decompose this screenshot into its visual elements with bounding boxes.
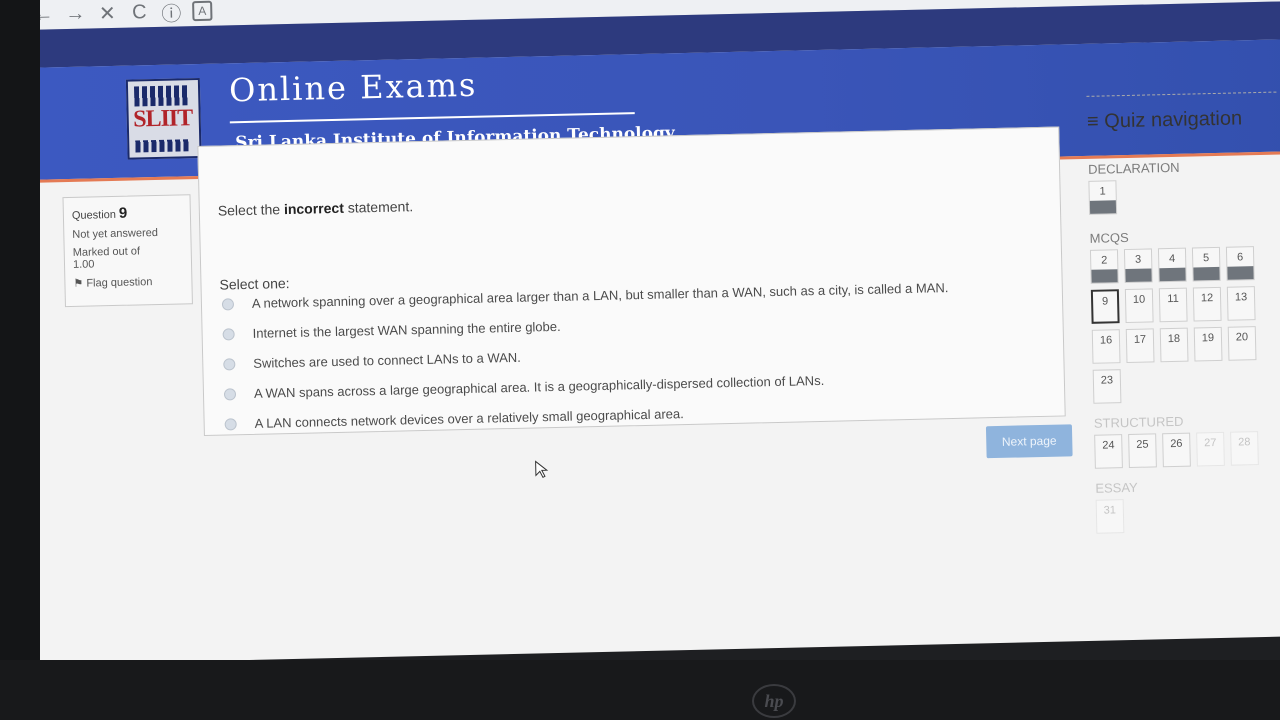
quiz-nav-button-9[interactable]: 9 [1090, 289, 1120, 324]
logo-tower-graphic [133, 85, 189, 107]
hp-logo: hp [752, 684, 796, 718]
answer-text: A network spanning over a geographical a… [251, 280, 949, 311]
info-icon[interactable]: ⓘ [160, 0, 183, 26]
quiz-nav-button-10[interactable]: 10 [1124, 288, 1154, 324]
quiz-nav-button-27[interactable]: 27 [1196, 431, 1225, 467]
answer-text: A LAN connects network devices over a re… [254, 406, 684, 431]
nav-row: 24 25 26 27 28 [1094, 430, 1280, 469]
prompt-text-end: statement. [343, 198, 414, 216]
nav-row: 16 17 18 19 20 [1091, 325, 1280, 364]
select-one-label: Select one: [219, 275, 290, 293]
quiz-navigation-title: ≡ Quiz navigation [1087, 106, 1280, 134]
section-heading-structured: STRUCTURED [1093, 413, 1184, 431]
quiz-nav-button-18[interactable]: 18 [1159, 327, 1189, 363]
section-heading-essay: ESSAY [1095, 479, 1138, 496]
flag-icon: ⚑ [73, 277, 84, 290]
nav-row: 23 [1092, 365, 1280, 404]
title-divider [229, 112, 635, 124]
laptop-screen: ← → ✕ C ⓘ A SLIIT Online Exams Sri Lanka… [22, 0, 1280, 665]
quiz-nav-button-20[interactable]: 20 [1227, 326, 1257, 361]
section-heading-mcqs: MCQS [1089, 229, 1129, 246]
quiz-nav-button-1[interactable]: 1 [1088, 180, 1118, 215]
laptop-bezel-left [0, 0, 40, 720]
quiz-nav-button-16[interactable]: 16 [1091, 329, 1121, 364]
quiz-navigation-label: Quiz navigation [1104, 107, 1243, 133]
reload-icon[interactable]: C [128, 1, 151, 24]
section-heading-declaration: DECLARATION [1087, 159, 1180, 177]
quiz-nav-button-17[interactable]: 17 [1125, 328, 1155, 364]
close-icon[interactable]: ✕ [96, 0, 119, 25]
next-page-button[interactable]: Next page [985, 424, 1073, 459]
answer-option-a[interactable]: A network spanning over a geographical a… [221, 280, 949, 311]
question-prompt: Select the incorrect statement. [218, 198, 414, 218]
forward-icon[interactable]: → [64, 2, 87, 25]
quiz-nav-button-28[interactable]: 28 [1230, 431, 1259, 466]
question-number-label: Question 9 [72, 203, 182, 222]
answer-text: A WAN spans across a large geographical … [253, 372, 825, 401]
answer-option-c[interactable]: Switches are used to connect LANs to a W… [223, 350, 521, 372]
radio-button[interactable] [223, 357, 236, 371]
laptop-bezel-bottom [0, 660, 1280, 720]
quiz-nav-button-3[interactable]: 3 [1123, 248, 1153, 284]
quiz-nav-button-12[interactable]: 12 [1192, 286, 1222, 322]
translate-icon[interactable]: A [192, 0, 213, 22]
answer-text: Switches are used to connect LANs to a W… [253, 349, 521, 371]
quiz-nav-button-31[interactable]: 31 [1095, 499, 1125, 534]
radio-button[interactable] [221, 297, 235, 311]
logo-text: SLIIT [132, 105, 193, 133]
prompt-emphasis: incorrect [283, 199, 345, 218]
quiz-nav-button-13[interactable]: 13 [1226, 286, 1256, 321]
nav-row: 1 [1088, 176, 1280, 215]
sliit-logo[interactable]: SLIIT [125, 77, 202, 160]
prompt-text-start: Select the [217, 201, 285, 219]
question-info-panel: Question 9 Not yet answered Marked out o… [62, 194, 193, 308]
answer-option-e[interactable]: A LAN connects network devices over a re… [224, 406, 684, 431]
radio-button[interactable] [222, 327, 235, 341]
quiz-nav-button-23[interactable]: 23 [1092, 369, 1122, 404]
quiz-navigation-panel: ≡ Quiz navigation DECLARATION 1 MCQS 2 3… [1086, 91, 1280, 539]
quiz-nav-button-2[interactable]: 2 [1089, 249, 1119, 284]
quiz-nav-button-26[interactable]: 26 [1162, 432, 1191, 468]
marked-out-of-value: 1.00 [72, 258, 95, 271]
site-title: Online Exams [228, 65, 478, 110]
nav-row: 9 10 11 12 13 [1090, 285, 1280, 324]
answer-status: Not yet answered [72, 226, 159, 241]
answer-text: Internet is the largest WAN spanning the… [252, 318, 561, 341]
quiz-nav-button-4[interactable]: 4 [1157, 247, 1187, 283]
quiz-nav-button-25[interactable]: 25 [1128, 433, 1157, 469]
answer-option-d[interactable]: A WAN spans across a large geographical … [223, 372, 825, 402]
quiz-nav-button-5[interactable]: 5 [1191, 246, 1221, 282]
quiz-nav-button-19[interactable]: 19 [1193, 326, 1223, 362]
flag-question-button[interactable]: ⚑ Flag question [73, 274, 183, 290]
answer-option-b[interactable]: Internet is the largest WAN spanning the… [222, 318, 561, 342]
question-label: Question [71, 208, 117, 222]
quiz-nav-button-24[interactable]: 24 [1094, 434, 1123, 469]
question-content: Select the incorrect statement. Select o… [197, 126, 1066, 436]
quiz-nav-button-11[interactable]: 11 [1158, 287, 1188, 323]
radio-button[interactable] [224, 417, 237, 431]
nav-row: 31 [1095, 495, 1280, 534]
mouse-cursor-icon [535, 460, 549, 478]
menu-icon[interactable]: ≡ [1087, 111, 1099, 133]
nav-row: 2 3 4 5 6 [1089, 245, 1280, 284]
radio-button[interactable] [223, 387, 237, 401]
flag-question-label: Flag question [86, 276, 153, 290]
quiz-nav-button-6[interactable]: 6 [1225, 246, 1255, 281]
logo-base-graphic [135, 139, 190, 153]
question-number: 9 [118, 204, 128, 222]
